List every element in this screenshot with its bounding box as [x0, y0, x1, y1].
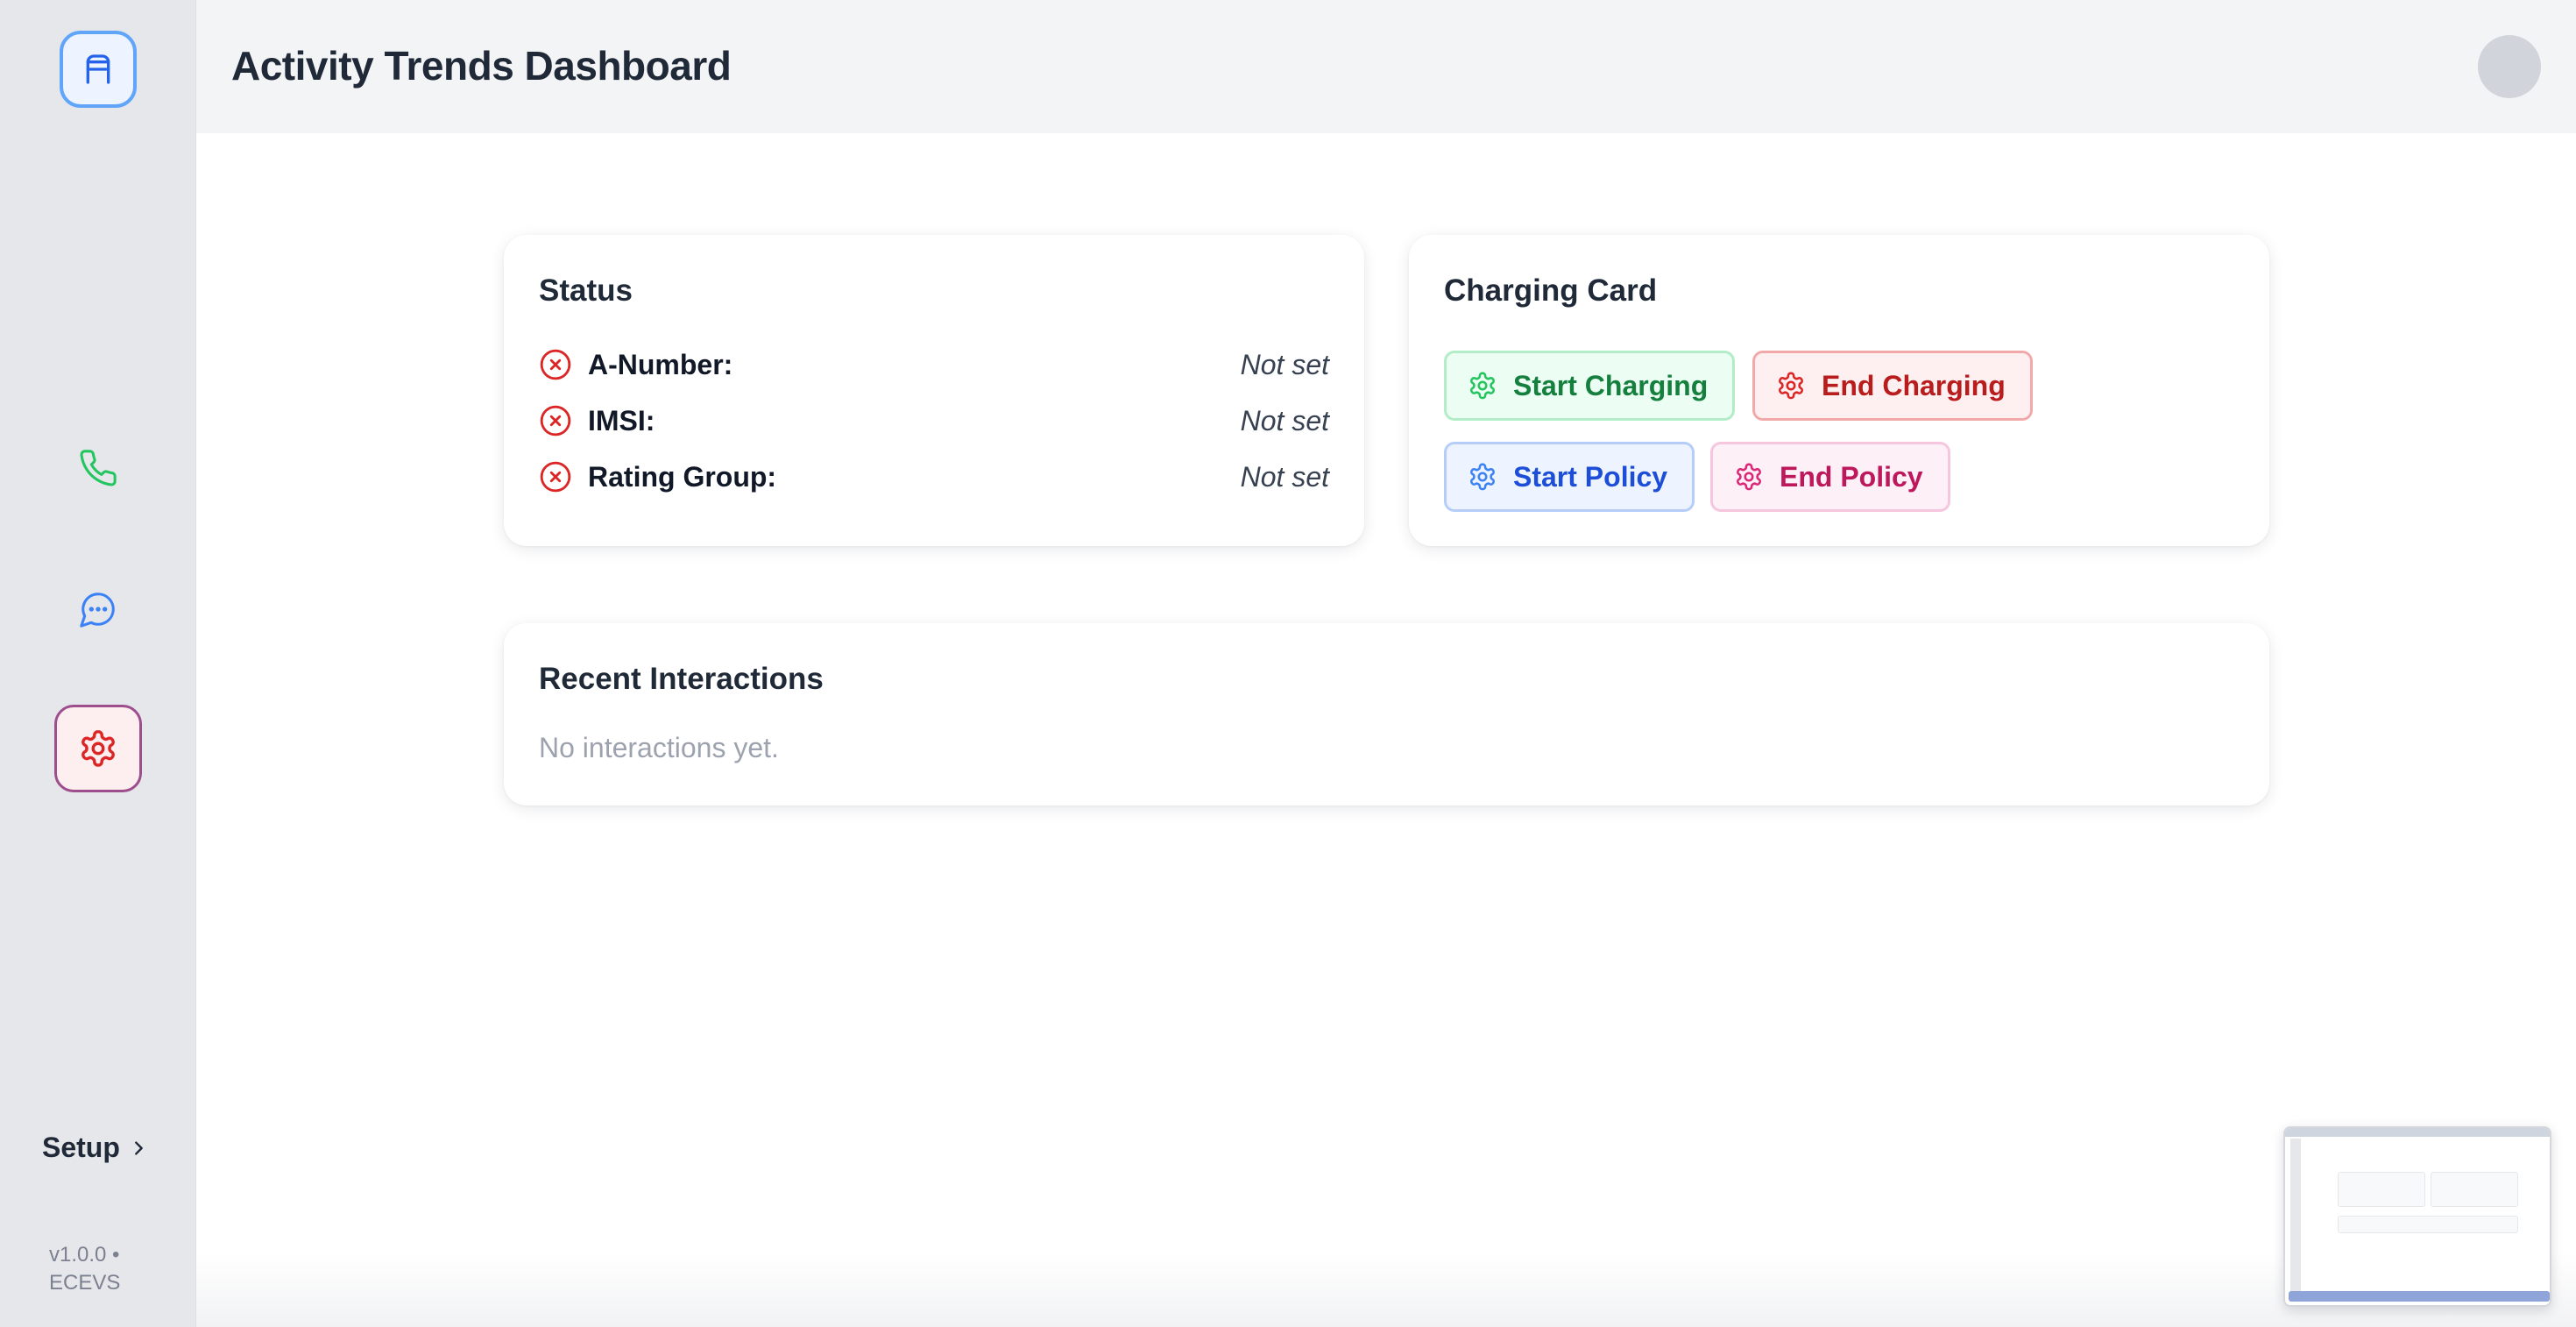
gear-icon [1734, 462, 1764, 492]
nav-phone-button[interactable] [54, 424, 142, 512]
thumbnail-card [2338, 1216, 2518, 1233]
gear-icon [1468, 462, 1497, 492]
status-value: Not set [1240, 348, 1329, 380]
screenshot-thumbnail[interactable] [2283, 1126, 2551, 1307]
nav-chat-button[interactable] [54, 565, 142, 653]
charging-card: Charging Card Start Charging End Chargin… [1409, 235, 2269, 546]
start-charging-label: Start Charging [1513, 369, 1709, 401]
status-value: Not set [1240, 460, 1329, 493]
top-header: Activity Trends Dashboard [196, 0, 2576, 133]
gear-icon [1468, 371, 1497, 401]
app-root: Setup v1.0.0 • ECEVS Activity Trends Das… [0, 0, 2576, 1327]
thumbnail-card [2431, 1172, 2518, 1207]
thumbnail-menubar [2285, 1128, 2550, 1137]
setup-label: Setup [42, 1132, 120, 1163]
status-row-a-number: A-Number: Not set [539, 344, 1329, 386]
app-logo-button[interactable] [60, 31, 137, 108]
chevron-right-icon [129, 1139, 148, 1158]
error-circle-icon [539, 460, 572, 493]
start-policy-button[interactable]: Start Policy [1444, 442, 1695, 512]
version-info: v1.0.0 • ECEVS [49, 1241, 120, 1297]
nav-settings-button[interactable] [54, 705, 142, 792]
end-charging-label: End Charging [1822, 369, 2006, 401]
end-charging-button[interactable]: End Charging [1752, 351, 2033, 421]
recent-interactions-card: Recent Interactions No interactions yet. [504, 623, 2269, 805]
status-card: Status A-Number: Not set IMSI: Not set R… [504, 235, 1364, 546]
empty-state-text: No interactions yet. [539, 732, 779, 763]
end-policy-label: End Policy [1780, 460, 1923, 493]
status-row-rating-group: Rating Group: Not set [539, 456, 1329, 498]
charging-card-title: Charging Card [1444, 273, 1658, 308]
setup-link[interactable]: Setup [42, 1132, 148, 1164]
end-policy-button[interactable]: End Policy [1710, 442, 1950, 512]
gear-icon [1776, 371, 1806, 401]
start-charging-button[interactable]: Start Charging [1444, 351, 1736, 421]
status-label: A-Number: [588, 348, 733, 380]
start-policy-label: Start Policy [1513, 460, 1668, 493]
thumbnail-sidebar [2290, 1139, 2301, 1295]
page-title: Activity Trends Dashboard [231, 43, 732, 89]
bottom-fade [196, 1253, 2576, 1327]
recent-interactions-title: Recent Interactions [539, 662, 824, 696]
sidebar: Setup v1.0.0 • ECEVS [0, 0, 196, 1327]
status-label: IMSI: [588, 404, 655, 436]
status-value: Not set [1240, 404, 1329, 436]
phone-icon [78, 448, 118, 488]
chat-icon [78, 589, 118, 629]
error-circle-icon [539, 348, 572, 381]
thumbnail-dock [2289, 1291, 2550, 1302]
version-number: v1.0.0 • [49, 1243, 120, 1267]
thumbnail-card [2338, 1172, 2425, 1207]
app-logo-icon [81, 52, 116, 87]
status-card-title: Status [539, 273, 633, 308]
status-label: Rating Group: [588, 460, 777, 493]
avatar[interactable] [2478, 35, 2541, 98]
version-app-name: ECEVS [49, 1271, 121, 1295]
gear-icon [78, 728, 118, 769]
error-circle-icon [539, 404, 572, 437]
status-row-imsi: IMSI: Not set [539, 400, 1329, 442]
